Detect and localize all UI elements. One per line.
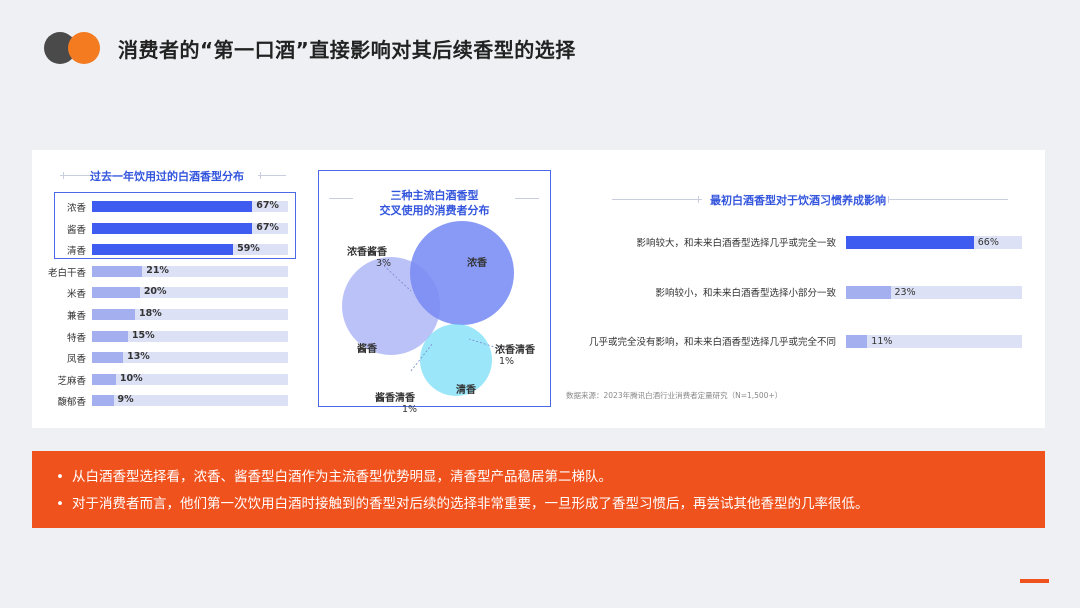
bar-category-label: 芝麻香 <box>57 375 86 387</box>
bar-category-label: 凤香 <box>66 354 86 366</box>
bar-track: 11% <box>846 335 1022 348</box>
title-rule-tick <box>260 172 261 179</box>
venn-overlap-value: 3% <box>376 258 392 269</box>
bar-value-label: 67% <box>256 221 279 233</box>
bar-category-label: 特香 <box>66 332 86 344</box>
bar-row: 凤香 13% <box>32 351 302 366</box>
bar-track <box>92 330 288 342</box>
bullet-dot: • <box>56 496 64 512</box>
bar-row: 浓香 67% <box>32 200 302 214</box>
right-chart-title: 最初白酒香型对于饮酒习惯养成影响 <box>710 194 886 207</box>
bar-value-label: 66% <box>977 237 999 248</box>
title-rule-tick <box>698 196 699 203</box>
venn-set-label: 清香 <box>456 385 476 396</box>
bar-track <box>92 287 288 299</box>
bar-category-label: 酱香 <box>66 224 86 236</box>
title-rule-right <box>258 175 286 176</box>
bar-row: 清香 59% <box>32 243 302 258</box>
venn-overlap-label: 酱香清香 <box>375 393 415 404</box>
bar-category-label: 老白干香 <box>47 267 86 279</box>
bar-value-label: 59% <box>237 243 260 255</box>
left-chart-title: 过去一年饮用过的白酒香型分布 <box>90 170 244 183</box>
bar <box>846 286 891 299</box>
venn-overlap-value: 1% <box>499 356 515 367</box>
bar-value-label: 13% <box>127 351 150 363</box>
bar <box>846 236 974 249</box>
logo-orange-circle <box>68 32 100 64</box>
bar <box>92 373 116 385</box>
summary-bullet: • 对于消费者而言，他们第一次饮用白酒时接触到的香型对后续的选择非常重要，一旦形成… <box>56 491 1045 518</box>
bar <box>92 244 234 256</box>
bar-value-label: 20% <box>143 286 167 298</box>
bar-category-label: 米香 <box>66 289 86 301</box>
charts-panel: 过去一年饮用过的白酒香型分布 浓香 67% 酱香 67% 清香 59% 老白干香 21% 米香 2… <box>32 150 1045 428</box>
bar <box>92 352 124 364</box>
bar <box>92 201 253 212</box>
bar <box>92 395 114 407</box>
bar-category-label: 兼香 <box>66 311 86 322</box>
summary-bullet: • 从白酒香型选择看，浓香、酱香型白酒作为主流香型优势明显，清香型产品稳居第二梯队… <box>56 464 1045 491</box>
bar-track: 66% <box>846 236 1022 249</box>
bar-value-label: 23% <box>894 287 916 298</box>
venn-overlap-label: 浓香酱香 <box>347 247 387 258</box>
bar <box>92 309 136 320</box>
bar-row: 米香 20% <box>32 286 302 301</box>
summary-bullet-text: 对于消费者而言，他们第一次饮用白酒时接触到的香型对后续的选择非常重要，一旦形成了… <box>72 496 869 512</box>
corner-accent <box>1020 579 1049 583</box>
bar-row: 兼香 18% <box>32 308 302 322</box>
bar-row: 芝麻香 10% <box>32 372 302 387</box>
bar-value-label: 67% <box>256 200 279 211</box>
title-rule-tick <box>63 172 64 179</box>
summary-banner: • 从白酒香型选择看，浓香、酱香型白酒作为主流香型优势明显，清香型产品稳居第二梯队… <box>32 451 1045 528</box>
bar <box>92 222 253 234</box>
bar-category-label: 影响较大，和未来白酒香型选择几乎或完全一致 <box>636 238 836 249</box>
bar-value-label: 15% <box>131 329 155 341</box>
summary-bullet-text: 从白酒香型选择看，浓香、酱香型白酒作为主流香型优势明显，清香型产品稳居第二梯队。 <box>72 469 612 485</box>
slide-title: 消费者的“第一口酒”直接影响对其后续香型的选择 <box>118 38 576 62</box>
venn-set-label: 浓香 <box>467 258 487 269</box>
bullet-dot: • <box>56 469 64 485</box>
bar <box>846 335 868 348</box>
bar <box>92 265 143 277</box>
bar-value-label: 21% <box>146 264 169 276</box>
bar <box>92 330 128 342</box>
bar-value-label: 9% <box>117 394 134 406</box>
bar <box>92 287 140 299</box>
venn-diagram <box>342 221 514 396</box>
bar-category-label: 影响较小，和未来白酒香型选择小部分一致 <box>655 288 836 299</box>
bar-value-label: 18% <box>139 308 162 319</box>
bar-track <box>92 309 288 320</box>
bar-row: 馥郁香 9% <box>32 394 302 409</box>
bar-category-label: 几乎或完全没有影响，和未来白酒香型选择几乎或完全不同 <box>588 337 836 348</box>
title-rule-right <box>888 199 1008 200</box>
bar-category-label: 浓香 <box>66 203 86 214</box>
venn-panel: 三种主流白酒香型 交叉使用的消费者分布 浓香 酱香 清香 浓香酱香 3% 浓香清… <box>318 170 551 415</box>
data-source-note: 数据来源：2023年腾讯白酒行业消费者定量研究（N=1,500+） <box>566 391 783 400</box>
bar-row: 酱香 67% <box>32 221 302 236</box>
bar-track: 23% <box>846 286 1022 299</box>
bar-row: 老白干香 21% <box>32 264 302 279</box>
bar-category-label: 馥郁香 <box>57 397 86 409</box>
bar-track <box>92 352 288 364</box>
venn-overlap-label: 浓香清香 <box>495 345 535 356</box>
bar-category-label: 清香 <box>66 246 86 258</box>
bar-row: 特香 15% <box>32 329 302 344</box>
venn-set-label: 酱香 <box>357 344 377 355</box>
brand-logo <box>44 32 102 64</box>
venn-overlap-value: 1% <box>402 404 418 415</box>
bar-track <box>92 265 288 277</box>
bar-value-label: 11% <box>871 336 893 347</box>
title-rule-left <box>612 199 702 200</box>
bar-value-label: 10% <box>119 372 143 384</box>
